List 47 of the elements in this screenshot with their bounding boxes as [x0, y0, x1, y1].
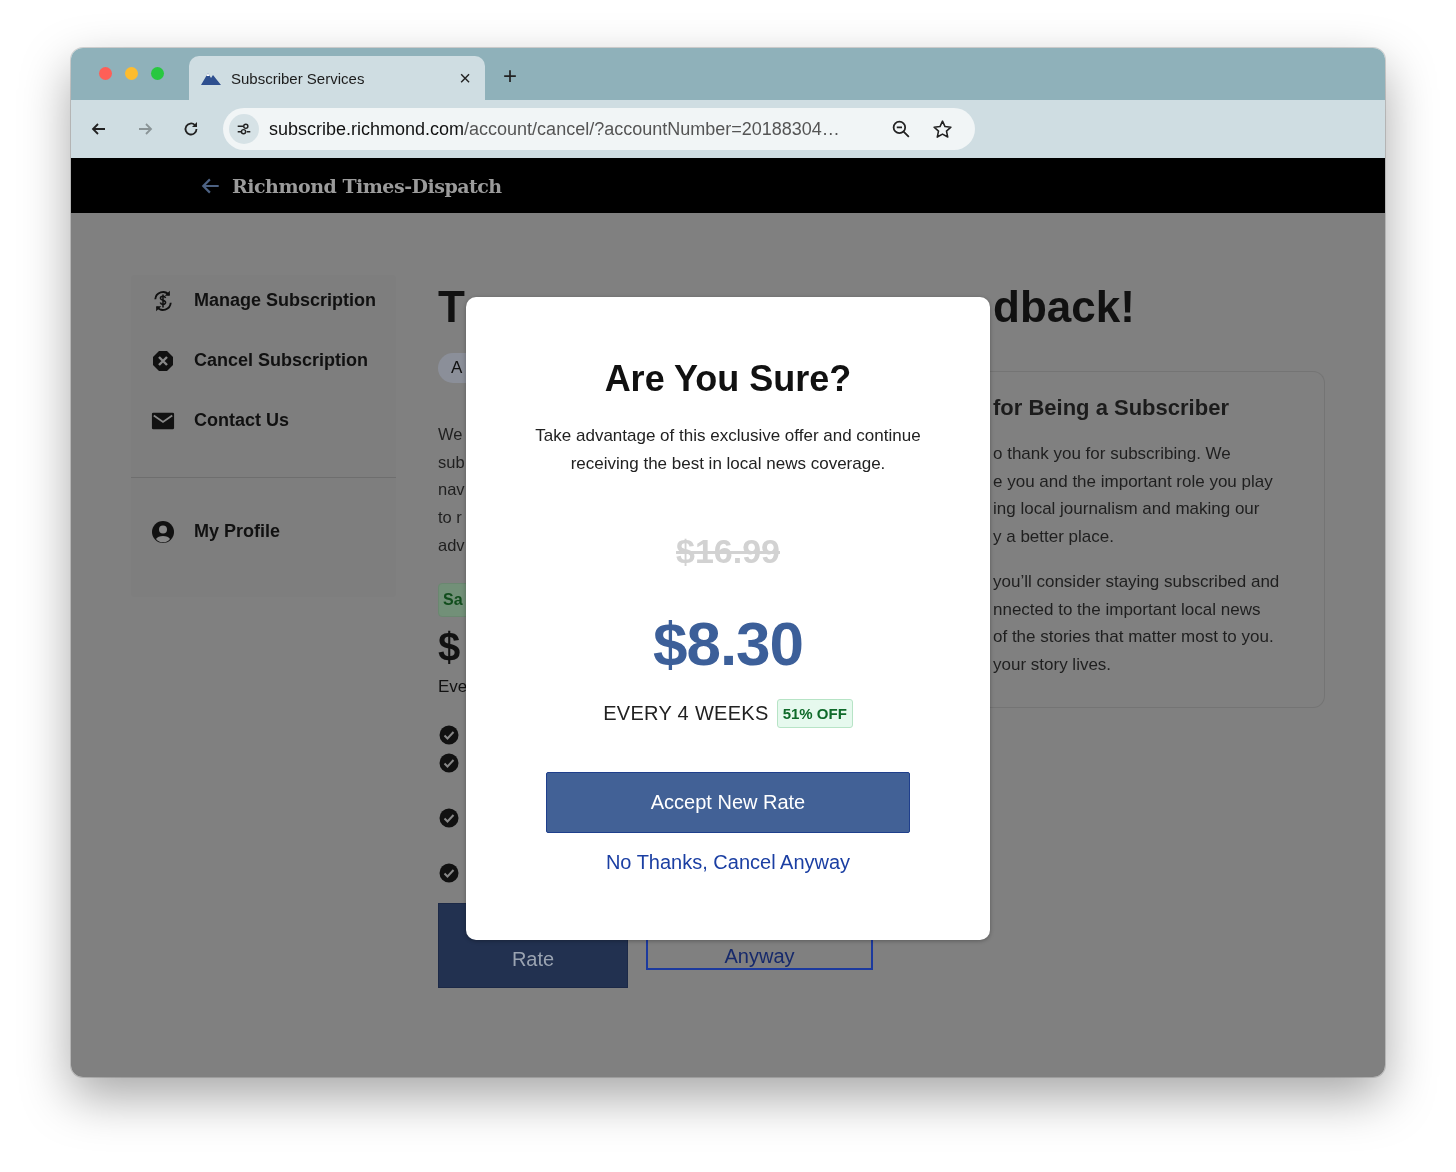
check-circle-icon [439, 807, 459, 828]
check-circle-icon [439, 752, 459, 773]
paragraph-line: sub [438, 451, 465, 473]
newspaper-logo[interactable]: Richmond Times-Dispatch [232, 174, 502, 197]
sidebar-item[interactable]: Manage Subscription [131, 287, 396, 314]
paragraph-line: adv [438, 534, 465, 556]
cancel-link[interactable]: No Thanks, Cancel Anyway [605, 851, 851, 874]
paragraph-line: to r [438, 507, 463, 529]
card-heading: for Being a Subscriber [993, 394, 1230, 422]
dialog-title: Are You Sure? [604, 359, 852, 399]
check-circle-icon [439, 724, 459, 745]
sidebar-item[interactable]: Cancel Subscription [131, 347, 396, 374]
browser-tab[interactable]: Subscriber Services × [189, 56, 485, 100]
zoom-out-icon[interactable] [891, 118, 912, 140]
billing-period: EVERY 4 WEEKS [603, 702, 769, 725]
paragraph-line: ing local journalism and making our [993, 498, 1261, 520]
tab-title: Subscriber Services [231, 69, 366, 87]
discount-badge: 51% OFF [776, 699, 853, 728]
url-text: subscribe.richmond.com/account/cancel/?accountNumber=20188304… [269, 118, 841, 140]
address-bar[interactable]: subscribe.richmond.com/account/cancel/?accountNumber=20188304… [223, 108, 975, 150]
close-tab-button[interactable]: × [459, 66, 471, 90]
paragraph-line: nnected to the important local news [993, 598, 1262, 621]
check-circle-icon [439, 862, 459, 883]
savings-badge: Sa [438, 582, 468, 617]
paragraph-line: We [438, 424, 464, 445]
paragraph-line: of the stories that matter most to you. [993, 626, 1275, 648]
frequency-text: Eve [438, 676, 468, 697]
sidebar-item[interactable]: Contact Us [131, 407, 396, 434]
site-settings-icon[interactable] [229, 114, 259, 144]
paragraph-line: nav [438, 479, 465, 501]
new-tab-button[interactable]: + [503, 62, 517, 90]
paragraph-line: you’ll consider staying subscribed and [993, 571, 1281, 593]
paragraph-line: o thank you for subscribing. We [993, 443, 1232, 465]
sidebar-item[interactable]: My Profile [131, 518, 396, 545]
bookmark-star-icon[interactable] [932, 118, 953, 140]
dialog-message: Take advantage of this exclusive offer and continue receiving the best in local news coverage. [534, 425, 922, 475]
paragraph-line: your story lives. [993, 653, 1113, 676]
accept-button[interactable]: Accept New Rate [546, 772, 910, 833]
mountain-icon [201, 71, 221, 85]
price-text: $ [438, 623, 461, 671]
page-title: dback! [993, 281, 1136, 333]
page-title: T [438, 281, 465, 333]
paragraph-line: e you and the important role you play [993, 470, 1274, 493]
status-pill: A [438, 353, 466, 383]
user-avatar-icon [150, 519, 175, 544]
offer-price: $8.30 [652, 609, 804, 679]
paragraph-line: y a better place. [993, 525, 1115, 548]
